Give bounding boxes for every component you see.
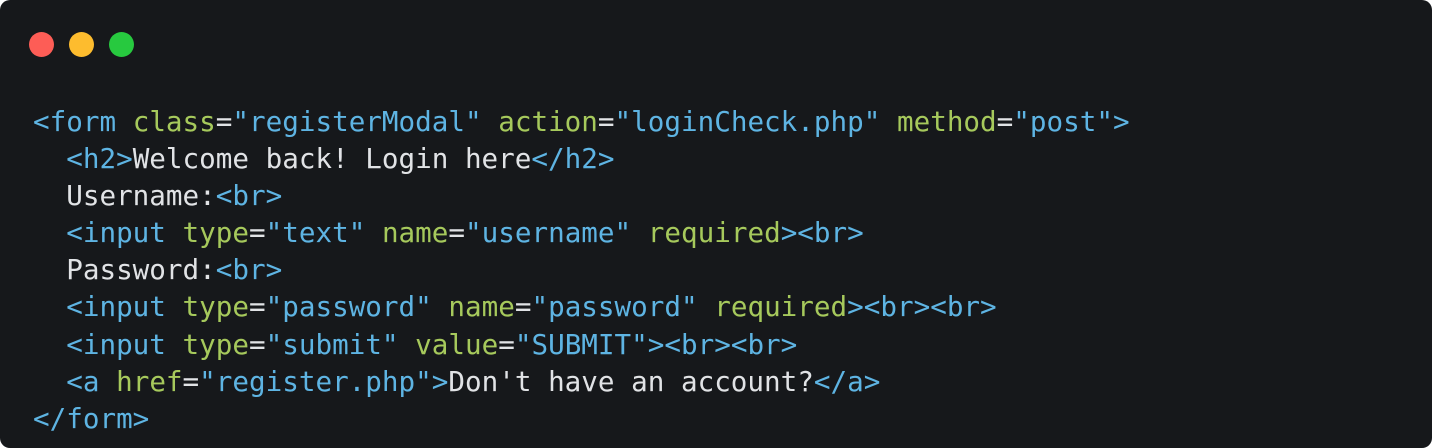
code-punctuation-token: = bbox=[448, 216, 466, 250]
code-block: <form class="registerModal" action="logi… bbox=[33, 103, 1130, 437]
code-string-token: "registerModal" bbox=[232, 105, 482, 138]
window-controls bbox=[29, 32, 134, 57]
code-tag-token: > bbox=[431, 364, 449, 398]
code-punctuation-token: = bbox=[597, 105, 615, 138]
code-string-token: "password" bbox=[531, 290, 698, 324]
code-punctuation-token: = bbox=[249, 327, 266, 361]
code-text-token: Welcome back! Login here bbox=[132, 142, 532, 176]
code-punctuation-token bbox=[33, 142, 66, 175]
code-punctuation-token bbox=[33, 328, 66, 361]
code-line: <form class="registerModal" action="logi… bbox=[33, 103, 1130, 140]
code-string-token: "post" bbox=[1013, 105, 1113, 138]
code-string-token: "text" bbox=[265, 216, 366, 250]
code-line: <a href="register.php">Don't have an acc… bbox=[33, 363, 1130, 400]
maximize-window-icon[interactable] bbox=[109, 32, 134, 57]
code-string-token: "submit" bbox=[265, 327, 399, 361]
code-tag-token: <form bbox=[33, 105, 117, 138]
code-attribute-token: action bbox=[498, 105, 598, 138]
code-punctuation-token bbox=[482, 105, 499, 138]
code-attribute-token: required bbox=[714, 290, 848, 324]
code-window: <form class="registerModal" action="logi… bbox=[0, 0, 1432, 448]
code-tag-token: <a bbox=[66, 364, 100, 398]
code-punctuation-token bbox=[432, 290, 449, 323]
code-punctuation-token: = bbox=[498, 327, 515, 361]
code-punctuation-token: = bbox=[249, 216, 266, 250]
code-punctuation-token bbox=[166, 290, 183, 323]
code-punctuation-token bbox=[33, 179, 66, 212]
code-punctuation-token: = bbox=[182, 364, 200, 398]
code-text-token: Don't have an account? bbox=[448, 364, 814, 398]
code-line: Username:<br> bbox=[33, 177, 1130, 214]
code-tag-token: <br> bbox=[215, 179, 283, 213]
code-attribute-token: required bbox=[647, 216, 781, 250]
code-tag-token: ><br><br> bbox=[647, 327, 798, 361]
code-line: <input type="text" name="username" requi… bbox=[33, 214, 1130, 251]
code-line: <input type="submit" value="SUBMIT"><br>… bbox=[33, 326, 1130, 363]
code-tag-token: ><br> bbox=[780, 216, 864, 250]
code-tag-token: </form> bbox=[33, 401, 150, 435]
code-string-token: "username" bbox=[465, 216, 632, 250]
code-tag-token: ><br><br> bbox=[847, 290, 997, 324]
code-line: <h2>Welcome back! Login here</h2> bbox=[33, 140, 1130, 177]
code-punctuation-token bbox=[116, 105, 133, 138]
code-punctuation-token bbox=[631, 216, 648, 249]
code-punctuation-token bbox=[166, 328, 183, 361]
code-line: <input type="password" name="password" r… bbox=[33, 288, 1130, 325]
code-string-token: "loginCheck.php" bbox=[614, 105, 881, 138]
code-punctuation-token bbox=[698, 290, 715, 323]
code-tag-token: </h2> bbox=[531, 142, 615, 176]
code-tag-token: <input bbox=[66, 327, 166, 361]
code-punctuation-token: = bbox=[215, 105, 233, 138]
code-string-token: "password" bbox=[265, 290, 432, 324]
code-punctuation-token: = bbox=[996, 105, 1014, 138]
code-punctuation-token bbox=[33, 253, 66, 286]
code-punctuation-token bbox=[99, 365, 116, 398]
code-punctuation-token bbox=[166, 216, 183, 249]
code-string-token: "register.php" bbox=[199, 364, 432, 398]
close-window-icon[interactable] bbox=[29, 32, 54, 57]
code-attribute-token: name bbox=[381, 216, 449, 250]
code-punctuation-token: = bbox=[249, 290, 266, 324]
code-attribute-token: name bbox=[448, 290, 515, 324]
code-punctuation-token bbox=[399, 328, 416, 361]
code-text-token: Password: bbox=[66, 253, 216, 287]
code-punctuation-token bbox=[880, 105, 897, 138]
code-line: </form> bbox=[33, 400, 1130, 437]
code-tag-token: </a> bbox=[813, 364, 881, 398]
code-punctuation-token: = bbox=[514, 290, 532, 324]
code-attribute-token: type bbox=[182, 290, 249, 324]
code-tag-token: <input bbox=[66, 216, 166, 250]
code-attribute-token: type bbox=[182, 327, 249, 361]
code-attribute-token: method bbox=[896, 105, 997, 138]
code-attribute-token: value bbox=[415, 327, 499, 361]
code-string-token: "SUBMIT" bbox=[514, 327, 648, 361]
code-tag-token: <input bbox=[66, 290, 166, 324]
code-punctuation-token bbox=[33, 365, 66, 398]
code-tag-token: <br> bbox=[215, 253, 283, 287]
code-text-token: Username: bbox=[66, 179, 216, 213]
code-punctuation-token bbox=[33, 290, 66, 323]
code-attribute-token: type bbox=[182, 216, 249, 250]
code-attribute-token: href bbox=[116, 364, 183, 398]
code-line: Password:<br> bbox=[33, 251, 1130, 288]
code-punctuation-token bbox=[365, 216, 382, 249]
code-attribute-token: class bbox=[132, 105, 216, 138]
code-punctuation-token bbox=[33, 216, 66, 249]
code-tag-token: <h2> bbox=[66, 142, 133, 176]
minimize-window-icon[interactable] bbox=[69, 32, 94, 57]
code-tag-token: > bbox=[1112, 105, 1130, 138]
